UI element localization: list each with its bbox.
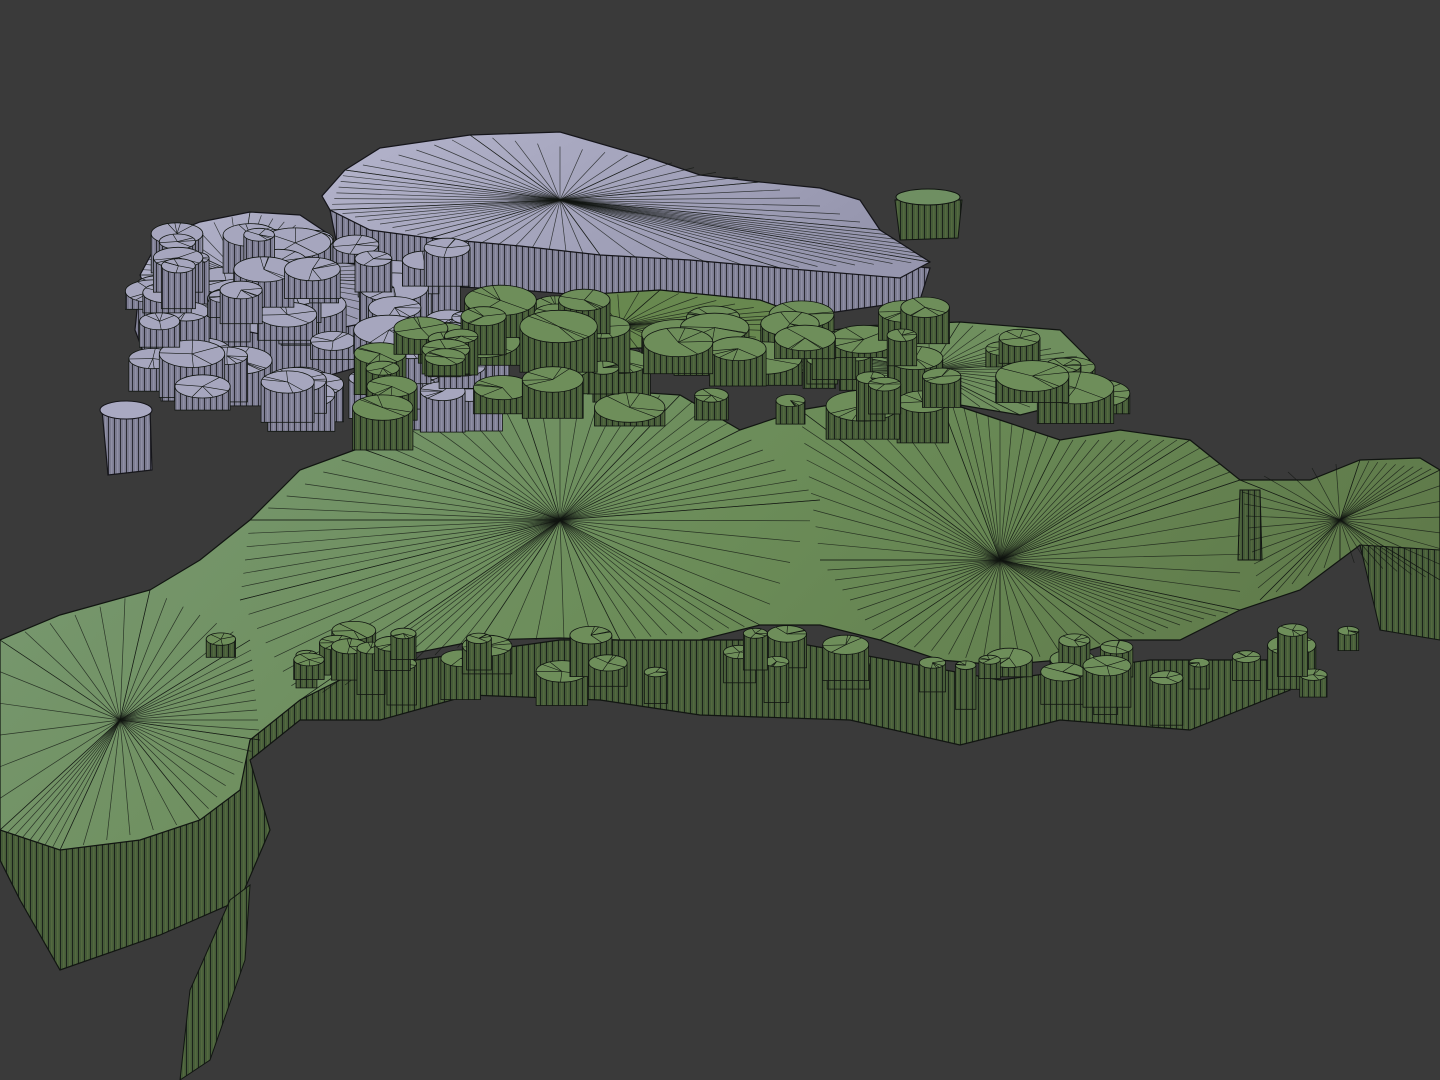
pillar-side [1277, 629, 1308, 677]
island-east-side [894, 199, 963, 241]
3d-viewport[interactable] [0, 0, 1440, 1080]
island-east [894, 188, 963, 241]
pillar-side [743, 632, 768, 671]
pillar-side [955, 664, 977, 710]
small-island-left-top [99, 400, 153, 420]
pillar-side [763, 661, 790, 703]
island-east-top [895, 188, 961, 206]
